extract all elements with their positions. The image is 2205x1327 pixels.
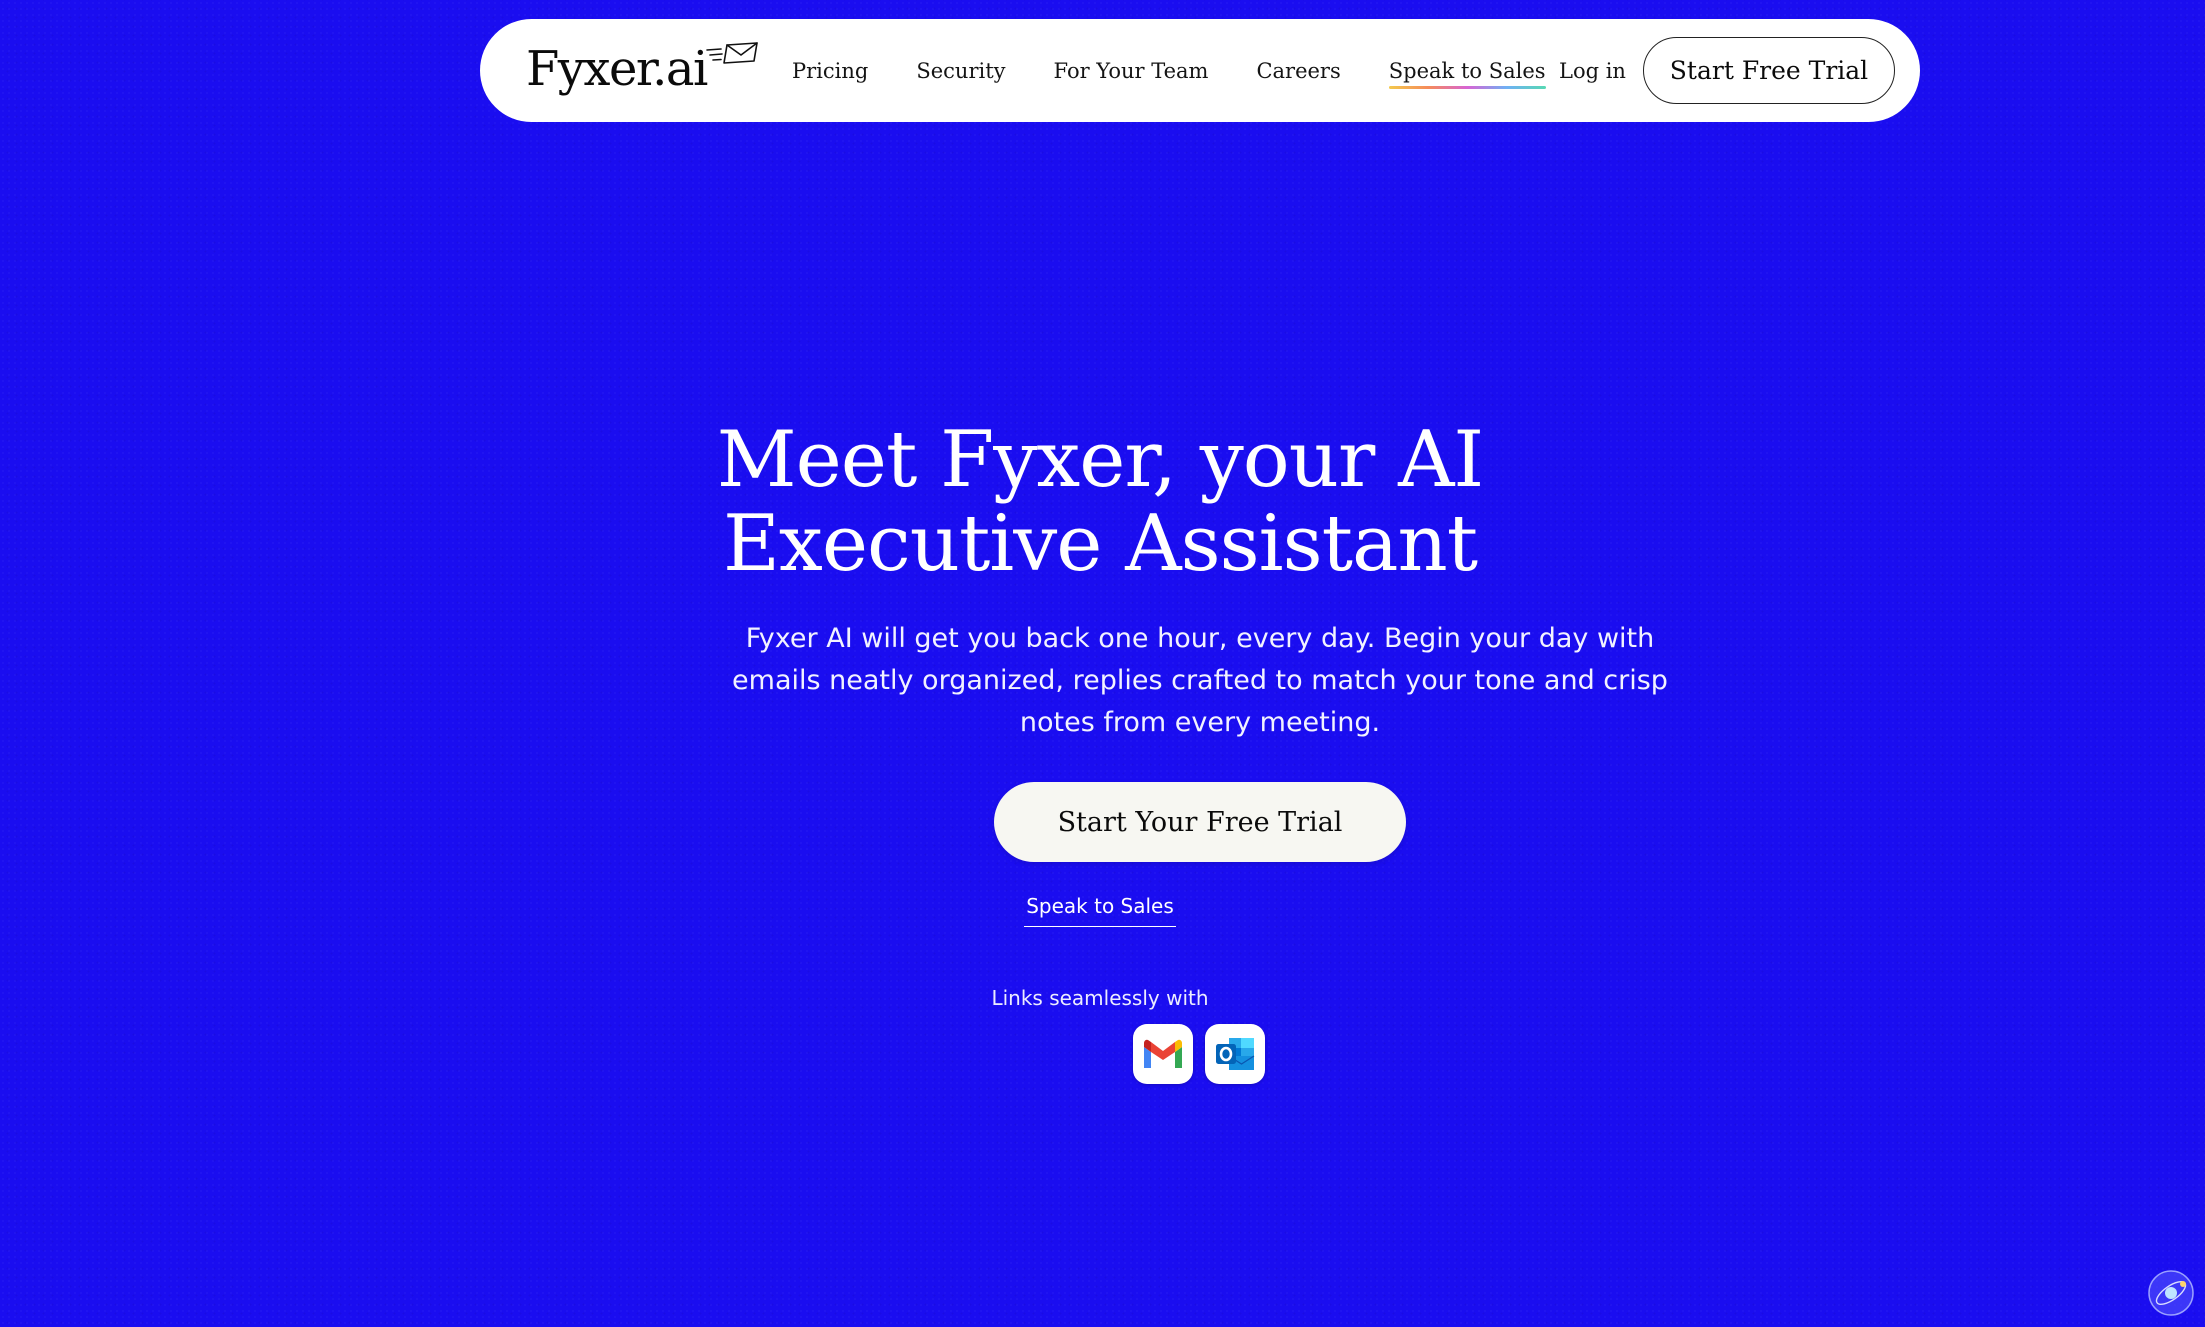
- hero-title: Meet Fyxer, your AI Executive Assistant: [0, 418, 2205, 586]
- hero-title-line-2: Executive Assistant: [722, 499, 1478, 589]
- hero-title-line-1: Meet Fyxer, your AI: [716, 415, 1484, 505]
- assistant-widget[interactable]: [2146, 1268, 2196, 1318]
- nav-link-security[interactable]: Security: [916, 59, 1005, 83]
- logo[interactable]: Fyxer.ai: [526, 39, 761, 99]
- gmail-tile: [1133, 1024, 1193, 1084]
- navbar: Fyxer.ai Pricing Security For Your Team …: [480, 19, 1920, 122]
- speak-to-sales-link: Speak to Sales: [1024, 894, 1176, 927]
- orbit-icon: [2148, 1270, 2194, 1316]
- integrations: [1133, 1024, 1265, 1084]
- outlook-icon: [1216, 1038, 1255, 1070]
- gmail-icon: [1144, 1039, 1182, 1068]
- nav-link-pricing[interactable]: Pricing: [792, 59, 868, 83]
- login-link[interactable]: Log in: [1559, 19, 1626, 122]
- nav-link-for-your-team[interactable]: For Your Team: [1054, 59, 1209, 83]
- speak-to-sales-link-text[interactable]: Speak to Sales: [1024, 894, 1176, 927]
- start-your-free-trial-button[interactable]: Start Your Free Trial: [994, 782, 1406, 862]
- envelope-icon: [705, 42, 758, 64]
- nav-link-speak-to-sales[interactable]: Speak to Sales: [1388, 59, 1546, 89]
- nav-link-careers[interactable]: Careers: [1256, 59, 1340, 83]
- logo-text: Fyxer.ai: [526, 41, 708, 97]
- start-free-trial-button[interactable]: Start Free Trial: [1643, 37, 1895, 104]
- outlook-tile: [1205, 1024, 1265, 1084]
- hero-subtitle: Fyxer AI will get you back one hour, eve…: [732, 623, 1668, 738]
- integrations-label: Links seamlessly with: [991, 986, 1209, 1010]
- speak-to-sales-wrapper: Speak to Sales: [0, 894, 2205, 927]
- nav-links: Pricing Security For Your Team Careers S…: [792, 19, 1594, 122]
